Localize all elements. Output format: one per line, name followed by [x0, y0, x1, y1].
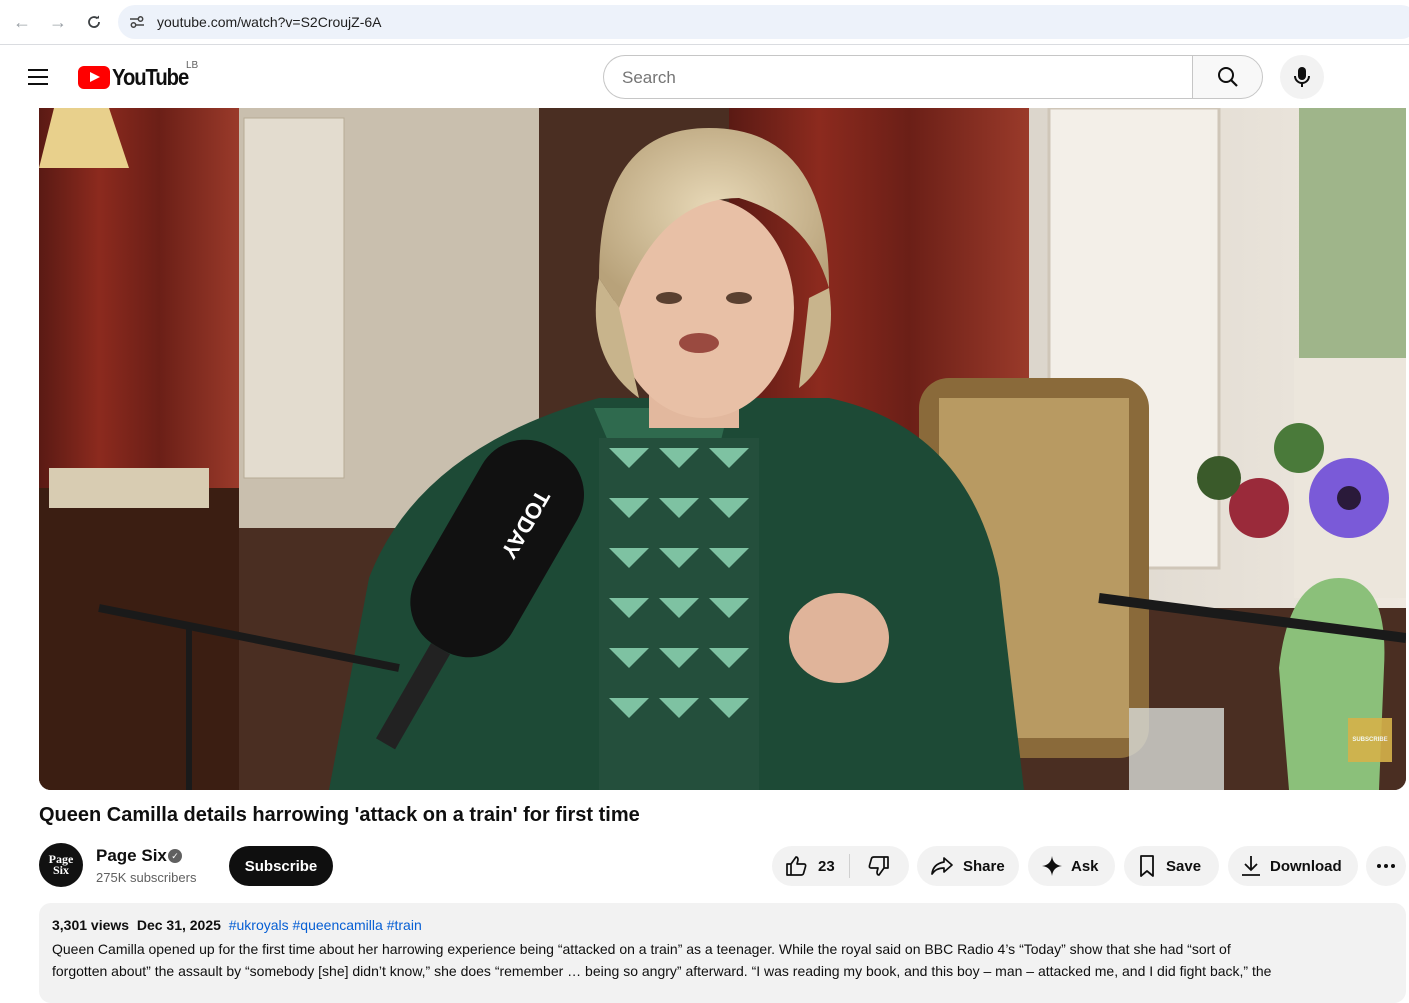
save-label: Save: [1166, 857, 1202, 875]
search-input[interactable]: Search: [603, 55, 1193, 99]
browser-toolbar: ← → youtube.com/watch?v=S2CroujZ-6A: [0, 0, 1409, 45]
video-frame: TODAY: [39, 108, 1406, 790]
back-arrow-icon[interactable]: ←: [8, 8, 36, 36]
download-label: Download: [1270, 857, 1342, 875]
like-button[interactable]: 23: [772, 854, 850, 878]
site-info-icon[interactable]: [128, 13, 146, 31]
forward-arrow-icon[interactable]: →: [44, 8, 72, 36]
verified-check-icon: ✓: [168, 849, 182, 863]
search-icon: [1217, 67, 1238, 87]
hashtag-link[interactable]: #queencamilla: [293, 917, 383, 933]
share-button[interactable]: Share: [917, 846, 1019, 886]
dislike-button[interactable]: [850, 854, 908, 878]
country-code: LB: [186, 60, 199, 71]
voice-search-button[interactable]: [1280, 55, 1324, 99]
thumbs-up-icon: [786, 856, 807, 876]
sparkle-icon: [1042, 856, 1062, 876]
upload-date: Dec 31, 2025: [136, 917, 221, 933]
description-meta: 3,301 views Dec 31, 2025 #ukroyals #quee…: [52, 917, 1393, 933]
address-bar[interactable]: youtube.com/watch?v=S2CroujZ-6A: [118, 5, 1409, 39]
search-placeholder: Search: [622, 68, 676, 87]
ask-label: Ask: [1071, 857, 1099, 875]
download-button[interactable]: Download: [1228, 846, 1358, 886]
channel-name[interactable]: Page Six: [96, 846, 167, 866]
youtube-play-icon: [78, 66, 110, 89]
share-arrow-icon: [931, 857, 953, 875]
hashtag-link[interactable]: #train: [387, 917, 422, 933]
search-button[interactable]: [1192, 55, 1263, 99]
youtube-logo[interactable]: YouTube: [78, 64, 199, 91]
share-label: Share: [963, 857, 1005, 875]
subscribe-watermark[interactable]: SUBSCRIBE: [1348, 718, 1392, 762]
logo-text: YouTube: [112, 64, 189, 90]
thumbs-down-icon: [868, 856, 889, 876]
description-line: Queen Camilla opened up for the first ti…: [52, 941, 1231, 957]
more-actions-icon[interactable]: [1366, 846, 1406, 886]
microphone-icon: [1294, 67, 1310, 87]
url-text[interactable]: youtube.com/watch?v=S2CroujZ-6A: [157, 14, 382, 30]
like-count: 23: [818, 857, 835, 875]
video-title: Queen Camilla details harrowing 'attack …: [39, 804, 640, 826]
description-text: Queen Camilla opened up for the first ti…: [52, 938, 1393, 982]
like-dislike-group: 23: [772, 846, 909, 886]
youtube-header: YouTube LB Search: [0, 46, 1409, 108]
video-player[interactable]: TODAY SUBSCRIBE: [39, 108, 1406, 790]
download-icon: [1242, 856, 1260, 876]
hashtag-link[interactable]: #ukroyals: [229, 917, 289, 933]
bookmark-icon: [1140, 855, 1154, 877]
channel-avatar[interactable]: Page Six: [39, 843, 83, 887]
hamburger-menu-icon[interactable]: [24, 62, 54, 92]
subscriber-count: 275K subscribers: [96, 870, 197, 885]
view-count: 3,301 views: [52, 917, 130, 933]
ask-button[interactable]: Ask: [1028, 846, 1115, 886]
avatar-text-line2: Six: [52, 863, 69, 877]
subscribe-button[interactable]: Subscribe: [229, 846, 333, 886]
description-box[interactable]: 3,301 views Dec 31, 2025 #ukroyals #quee…: [39, 903, 1406, 1003]
reload-icon[interactable]: [80, 8, 108, 36]
save-button[interactable]: Save: [1124, 846, 1219, 886]
description-line: forgotten about” the assault by “somebod…: [52, 963, 1272, 979]
